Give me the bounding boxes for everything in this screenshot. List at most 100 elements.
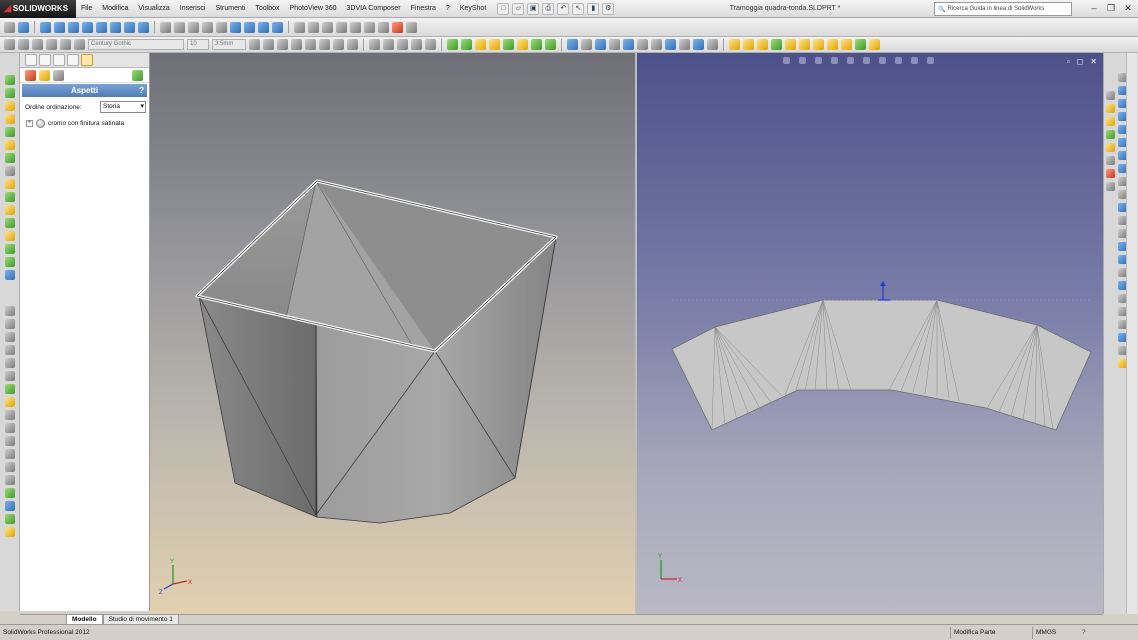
chamfer-icon[interactable] — [4, 205, 15, 215]
rib-icon[interactable] — [4, 231, 15, 241]
appearances-scenes-icon[interactable] — [1106, 156, 1115, 165]
font-select[interactable]: Century Gothic — [88, 39, 184, 50]
tab-modello[interactable]: Modello — [66, 614, 103, 624]
planar-surface-icon[interactable] — [4, 475, 15, 485]
normal-to-icon[interactable] — [40, 21, 51, 33]
shell-icon[interactable] — [4, 257, 15, 267]
datum-icon[interactable] — [425, 39, 436, 50]
align-center-icon[interactable] — [319, 39, 330, 50]
knit-icon[interactable] — [4, 462, 15, 472]
sort-order-select[interactable]: Storia — [100, 101, 146, 113]
property-manager-icon[interactable] — [39, 54, 51, 66]
sketch-icon[interactable] — [294, 21, 305, 33]
menu-keyshot[interactable]: KeyShot — [455, 0, 491, 18]
shaded-icon[interactable] — [244, 21, 255, 33]
help-icon[interactable]: ? — [139, 84, 144, 97]
right-view-icon[interactable] — [96, 21, 107, 33]
fillet-icon[interactable] — [4, 192, 15, 202]
revolved-cut-icon[interactable] — [4, 153, 15, 163]
underline-icon[interactable] — [277, 39, 288, 50]
decal-icon[interactable] — [406, 21, 417, 33]
edge-flange-icon[interactable] — [757, 39, 768, 50]
helix-icon[interactable] — [4, 410, 15, 420]
unit-system-status[interactable]: MMGS — [1032, 626, 1056, 639]
restore-icon[interactable]: ❐ — [1105, 2, 1117, 14]
arc-icon[interactable] — [364, 21, 375, 33]
zoom-fit-icon[interactable] — [160, 21, 171, 33]
center-mark-icon[interactable] — [623, 39, 634, 50]
file-explorer-icon[interactable] — [1106, 117, 1115, 126]
align-right-icon[interactable] — [333, 39, 344, 50]
graphics-viewport-left[interactable]: Y X Z — [150, 53, 635, 614]
section-view-icon[interactable] — [258, 21, 269, 33]
dimension-icon[interactable] — [581, 39, 592, 50]
note-icon[interactable] — [369, 39, 380, 50]
hole-wizard-icon[interactable] — [4, 371, 15, 381]
appearance-library-icon[interactable] — [475, 39, 486, 50]
line-color-icon[interactable] — [18, 39, 29, 50]
appearance-icon[interactable] — [18, 21, 29, 33]
text-icon[interactable] — [609, 39, 620, 50]
photoview-render-icon[interactable] — [447, 39, 458, 50]
graphics-viewport-right[interactable]: ▫ ◻ ✕ Y X — [637, 53, 1103, 614]
justify-icon[interactable] — [347, 39, 358, 50]
sweep-icon[interactable] — [4, 101, 15, 111]
lofted-cut-icon[interactable] — [4, 179, 15, 189]
scene-lights-cameras-icon[interactable] — [53, 69, 64, 81]
tab-motion-study[interactable]: Studio di movimento 1 — [102, 614, 179, 624]
mirror-icon[interactable] — [4, 345, 15, 355]
thicken-icon[interactable] — [4, 449, 15, 459]
preview-window-icon[interactable] — [503, 39, 514, 50]
block-icon[interactable] — [679, 39, 690, 50]
options-icon[interactable]: ⚙ — [602, 2, 615, 15]
isometric-view-icon[interactable] — [138, 21, 149, 33]
print-icon[interactable]: ⎙ — [542, 2, 555, 15]
menu-help[interactable]: ? — [441, 0, 455, 18]
dimxpert-icon[interactable] — [67, 54, 79, 66]
font-height-select[interactable]: 3.5mm — [212, 39, 246, 50]
configuration-manager-icon[interactable] — [53, 54, 65, 66]
hole-callout-icon[interactable] — [411, 39, 422, 50]
hidden-lines-icon[interactable] — [272, 21, 283, 33]
rotate-icon[interactable] — [202, 21, 213, 33]
menu-finestra[interactable]: Finestra — [406, 0, 441, 18]
feature-manager-icon[interactable] — [25, 54, 37, 66]
extrude-icon[interactable] — [4, 75, 15, 85]
italic-icon[interactable] — [263, 39, 274, 50]
decals-view-icon[interactable] — [39, 69, 50, 81]
top-view-icon[interactable] — [110, 21, 121, 33]
loft-icon[interactable] — [4, 114, 15, 124]
scene-icon[interactable] — [461, 39, 472, 50]
reference-geometry-icon[interactable] — [4, 306, 15, 316]
minimize-icon[interactable]: – — [1088, 2, 1100, 14]
schedule-render-icon[interactable] — [545, 39, 556, 50]
weld-symbol-icon[interactable] — [397, 39, 408, 50]
split-line-icon[interactable] — [4, 384, 15, 394]
zoom-in-icon[interactable] — [188, 21, 199, 33]
pan-icon[interactable] — [216, 21, 227, 33]
render-options-icon[interactable] — [531, 39, 542, 50]
zoom-area-icon[interactable] — [174, 21, 185, 33]
boundary-icon[interactable] — [4, 127, 15, 137]
projected-curve-icon[interactable] — [4, 397, 15, 407]
line-icon[interactable] — [322, 21, 333, 33]
custom-properties-icon[interactable] — [1106, 169, 1115, 178]
miter-flange-icon[interactable] — [771, 39, 782, 50]
color-display-icon[interactable] — [74, 39, 85, 50]
menu-photoview[interactable]: PhotoView 360 — [285, 0, 342, 18]
swept-cut-icon[interactable] — [4, 166, 15, 176]
decal-library-icon[interactable] — [489, 39, 500, 50]
rectangle-icon[interactable] — [336, 21, 347, 33]
curves-icon[interactable] — [4, 319, 15, 329]
surface-finish-icon[interactable] — [595, 39, 606, 50]
view-palette-icon[interactable] — [1106, 143, 1115, 152]
open-icon[interactable]: ▱ — [512, 2, 525, 15]
base-flange-icon[interactable] — [743, 39, 754, 50]
instant3d-icon[interactable] — [4, 332, 15, 342]
menu-toolbox[interactable]: Toolbox — [250, 0, 284, 18]
lofted-bend-icon[interactable] — [827, 39, 838, 50]
left-view-icon[interactable] — [82, 21, 93, 33]
mass-properties-icon[interactable] — [4, 514, 15, 524]
hide-show-edges-icon[interactable] — [60, 39, 71, 50]
draft-icon[interactable] — [4, 244, 15, 254]
